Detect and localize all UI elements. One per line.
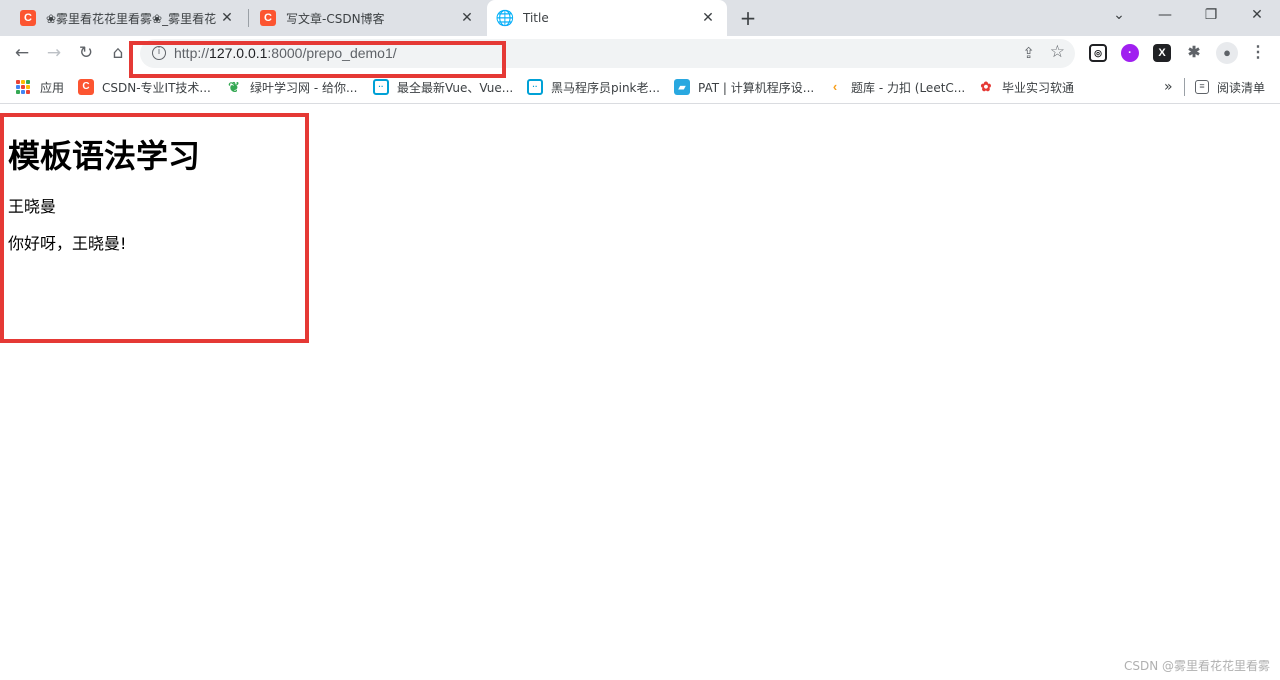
tab-write-article[interactable]: C 写文章-CSDN博客 ✕ bbox=[250, 0, 486, 36]
extension-link-icon[interactable]: ◎ bbox=[1089, 44, 1107, 62]
tab-divider bbox=[248, 9, 249, 27]
leaf-icon: ❦ bbox=[228, 79, 240, 95]
close-icon[interactable]: ✕ bbox=[218, 9, 236, 27]
globe-icon: 🌐 bbox=[495, 10, 515, 27]
tab-search-chevron-icon[interactable]: ⌄ bbox=[1096, 0, 1142, 30]
extension-x-icon[interactable]: X bbox=[1153, 44, 1171, 62]
bookmark-label: 应用 bbox=[40, 80, 65, 95]
bookmark-csdn[interactable]: C CSDN-专业IT技术... bbox=[78, 78, 211, 96]
tab-title: 写文章-CSDN博客 bbox=[286, 11, 385, 26]
tab-title: Title bbox=[523, 11, 549, 25]
csdn-favicon-icon: C bbox=[20, 10, 36, 26]
content-highlight-box bbox=[0, 113, 309, 343]
restore-button[interactable]: ❐ bbox=[1188, 0, 1234, 30]
reading-list-button[interactable]: ≡ 阅读清单 bbox=[1195, 78, 1265, 96]
menu-kebab-icon[interactable]: ⋮ bbox=[1249, 44, 1267, 62]
bookmark-label: PAT | 计算机程序设... bbox=[698, 80, 815, 95]
bilibili-icon: ·· bbox=[527, 79, 543, 95]
bilibili-icon: ·· bbox=[373, 79, 389, 95]
bookmark-label: 黑马程序员pink老... bbox=[551, 80, 660, 95]
reading-list-icon: ≡ bbox=[1195, 80, 1209, 94]
bookmark-vue[interactable]: ·· 最全最新Vue、Vue... bbox=[373, 78, 513, 96]
bookmark-label: 毕业实习软通 bbox=[1002, 80, 1075, 95]
url-highlight-box bbox=[129, 41, 506, 78]
profile-avatar-icon[interactable]: ● bbox=[1216, 42, 1238, 64]
bookmarks-divider bbox=[1184, 78, 1185, 96]
apps-grid-icon bbox=[16, 80, 30, 94]
tab-title: ❀雾里看花花里看雾❀_雾里看花花里看雾 bbox=[46, 11, 216, 26]
back-arrow-icon[interactable]: ← bbox=[10, 41, 34, 65]
forward-arrow-icon[interactable]: → bbox=[42, 41, 66, 65]
reload-icon[interactable]: ↻ bbox=[74, 41, 98, 65]
csdn-favicon-icon: C bbox=[78, 79, 94, 95]
share-icon[interactable]: ⇪ bbox=[1022, 44, 1035, 62]
minimize-button[interactable]: — bbox=[1142, 0, 1188, 30]
bookmark-label: 题库 - 力扣 (LeetC... bbox=[851, 80, 966, 95]
tab-csdn-profile[interactable]: C ❀雾里看花花里看雾❀_雾里看花花里看雾 ✕ bbox=[10, 0, 246, 36]
extensions-puzzle-icon[interactable]: ✱ bbox=[1185, 44, 1203, 62]
bookmark-leetcode[interactable]: ‹ 题库 - 力扣 (LeetC... bbox=[827, 78, 965, 96]
csdn-watermark: CSDN @雾里看花花里看雾 bbox=[1123, 659, 1270, 673]
new-tab-button[interactable]: + bbox=[736, 6, 760, 30]
close-icon[interactable]: ✕ bbox=[699, 9, 717, 27]
close-icon[interactable]: ✕ bbox=[458, 9, 476, 27]
bookmark-pink[interactable]: ·· 黑马程序员pink老... bbox=[527, 78, 660, 96]
bookmarks-overflow-button[interactable]: » bbox=[1164, 78, 1173, 96]
extension-purple-icon[interactable]: · bbox=[1121, 44, 1139, 62]
leetcode-icon: ‹ bbox=[832, 79, 838, 94]
tab-strip: C ❀雾里看花花里看雾❀_雾里看花花里看雾 ✕ C 写文章-CSDN博客 ✕ 🌐… bbox=[0, 0, 1280, 36]
bookmark-internship[interactable]: ✿ 毕业实习软通 bbox=[978, 78, 1074, 96]
bookmark-pat[interactable]: ▰ PAT | 计算机程序设... bbox=[674, 78, 814, 96]
star-icon[interactable]: ☆ bbox=[1050, 42, 1065, 62]
bookmark-label: CSDN-专业IT技术... bbox=[102, 80, 211, 95]
home-icon[interactable]: ⌂ bbox=[106, 41, 130, 65]
pat-icon: ▰ bbox=[674, 79, 690, 95]
bookmark-lvye[interactable]: ❦ 绿叶学习网 - 给你... bbox=[226, 78, 357, 96]
reading-list-label: 阅读清单 bbox=[1217, 80, 1266, 95]
bookmark-apps[interactable]: 应用 bbox=[16, 78, 64, 96]
tab-title-active[interactable]: 🌐 Title ✕ bbox=[487, 0, 727, 36]
bookmark-label: 绿叶学习网 - 给你... bbox=[250, 80, 358, 95]
isoftstone-icon: ✿ bbox=[980, 79, 992, 94]
csdn-favicon-icon: C bbox=[260, 10, 276, 26]
close-window-button[interactable]: ✕ bbox=[1234, 0, 1280, 30]
bookmark-label: 最全最新Vue、Vue... bbox=[397, 80, 514, 95]
